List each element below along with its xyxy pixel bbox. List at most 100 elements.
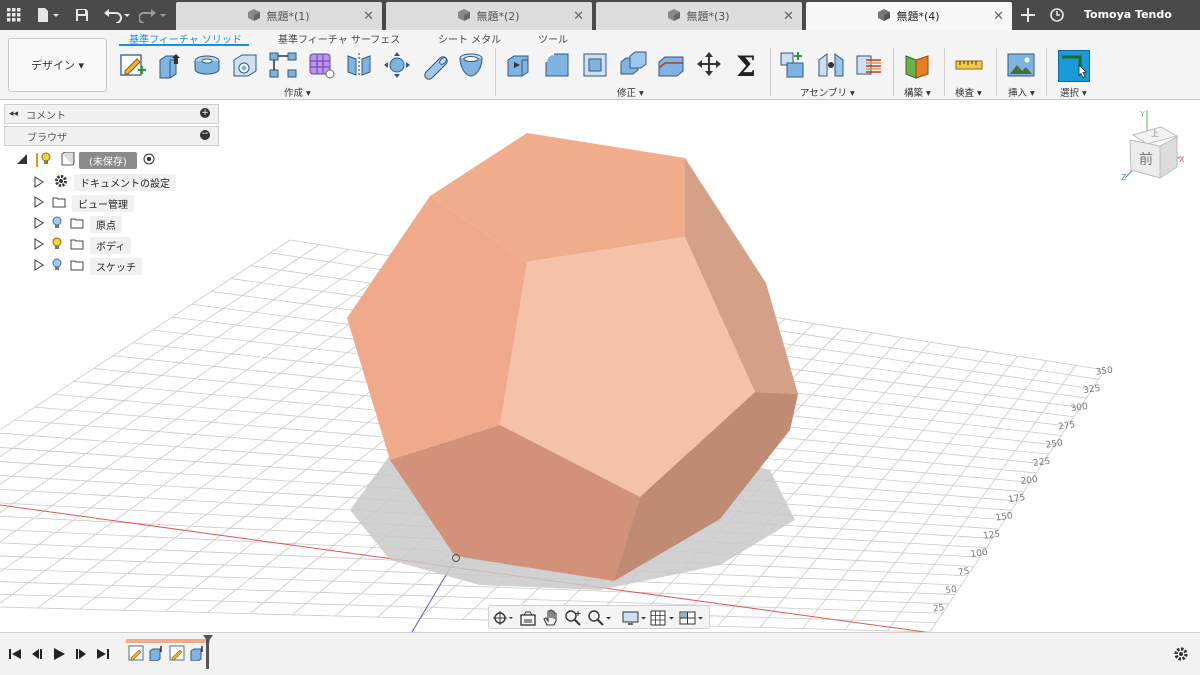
group-separator [770,48,771,96]
document-tab-1[interactable]: 無題*(1) ✕ [176,2,382,30]
grid-scale-label: 100 [970,548,989,560]
z-axis-label: Z [1121,173,1127,182]
grid-scale-label: 50 [945,585,958,597]
orbit-icon[interactable] [492,609,514,627]
cube-icon [458,8,471,24]
measure-ruler-icon[interactable] [954,50,984,80]
timeline-feature-sketch-icon[interactable] [169,645,185,664]
step-forward-icon[interactable] [73,646,89,662]
save-icon[interactable] [72,0,92,30]
insert-canvas-image-icon[interactable] [1006,50,1036,80]
hole-tool-icon[interactable] [230,50,260,80]
svg-text:Σ: Σ [736,50,756,80]
viewcube-front-label: 前 [1139,151,1153,168]
app-grid-icon[interactable] [4,0,24,30]
combine-tool-icon[interactable] [618,50,648,80]
file-menu-icon[interactable] [34,0,62,30]
form-tool-icon[interactable] [306,50,336,80]
cube-icon [668,8,681,24]
viewcube-right-face[interactable] [1159,136,1178,179]
tab-surface[interactable]: 基準フィーチャ サーフェス [278,31,400,46]
grid-scale-label: 150 [995,511,1014,523]
extrude-tool-icon[interactable] [154,50,184,80]
grid-scale-label: 175 [1008,493,1026,505]
create-sketch-tool-icon[interactable] [118,50,148,80]
3d-viewport[interactable]: 350325300275250225200175150125100755025 … [0,100,1200,632]
step-back-icon[interactable] [29,646,45,662]
go-to-end-icon[interactable] [95,646,111,662]
document-tab-2[interactable]: 無題*(2) ✕ [386,2,592,30]
viewcube[interactable]: 前 上 Y X Z [1121,110,1185,182]
press-pull-tool-icon[interactable] [504,50,534,80]
revolve-tool-icon[interactable] [192,50,222,80]
timeline-marker-head[interactable] [203,635,213,642]
group-construct[interactable]: 構築 ▾ [904,85,931,99]
group-separator [1046,48,1047,96]
group-insert[interactable]: 挿入 ▾ [1008,85,1035,99]
move-copy-tool-icon[interactable] [382,50,412,80]
viewcube-top-label: 上 [1151,129,1159,138]
tab-sheet-metal[interactable]: シート メタル [438,31,501,46]
pattern-tool-icon[interactable] [268,50,298,80]
viewports-icon[interactable] [679,609,705,627]
group-modify[interactable]: 修正 ▾ [617,85,644,99]
shell-tool-icon[interactable] [456,50,486,80]
redo-icon[interactable] [138,0,168,30]
group-separator [996,48,997,96]
close-tab-icon[interactable]: ✕ [363,9,374,24]
mirror-tool-icon[interactable] [344,50,374,80]
grid-scale-label: 75 [957,567,970,578]
user-account-name[interactable]: Tomoya Tendo [1084,0,1172,30]
parameters-sigma-icon[interactable]: Σ [732,50,762,83]
grid-scale-label: 250 [1045,438,1064,450]
navigation-bar [488,605,710,629]
display-settings-icon[interactable] [622,609,648,627]
grid-scale-label: 225 [1033,457,1051,469]
look-at-icon[interactable] [519,609,537,627]
document-tab-3[interactable]: 無題*(3) ✕ [596,2,802,30]
pan-hand-icon[interactable] [542,609,560,627]
play-icon[interactable] [51,646,67,662]
pipe-tool-icon[interactable] [420,50,450,80]
workspace-switcher[interactable]: デザイン ▾ [8,38,107,92]
grid-scale-labels: 350 325 300 275 250 225 200 175 150 125 10075 5025 [932,366,1113,615]
document-tab-4[interactable]: 無題*(4) ✕ [806,2,1012,30]
zoom-icon[interactable] [564,609,582,627]
move-arrows-tool-icon[interactable] [694,50,724,80]
construct-plane-tool-icon[interactable] [902,50,932,80]
y-axis-label: Y [1139,110,1145,119]
close-tab-icon[interactable]: ✕ [573,9,584,24]
fillet-tool-icon[interactable] [542,50,572,80]
replace-face-tool-icon[interactable] [656,50,686,80]
group-inspect[interactable]: 検査 ▾ [955,85,982,99]
joint-tool-icon[interactable] [816,50,846,80]
title-tab-bar: 無題*(1) ✕ 無題*(2) ✕ 無題*(3) ✕ 無題*(4) ✕ Tomo… [0,0,1200,30]
close-tab-icon[interactable]: ✕ [993,9,1004,24]
new-tab-plus-icon[interactable] [1017,0,1039,30]
close-tab-icon[interactable]: ✕ [783,9,794,24]
as-built-joint-tool-icon[interactable] [854,50,884,80]
select-tool-icon[interactable] [1058,50,1090,82]
group-select[interactable]: 選択 ▾ [1060,85,1087,99]
ribbon-toolbar: デザイン ▾ 基準フィーチャ ソリッド 基準フィーチャ サーフェス シート メタ… [0,30,1200,100]
undo-icon[interactable] [102,0,132,30]
fit-zoom-icon[interactable] [587,609,613,627]
new-component-tool-icon[interactable] [778,50,808,80]
go-to-start-icon[interactable] [7,646,23,662]
grid-scale-label: 275 [1058,420,1076,432]
grid-line [0,248,349,485]
tab-tools[interactable]: ツール [538,31,568,46]
timeline-feature-sketch-icon[interactable] [128,645,144,664]
timeline-feature-extrude-icon[interactable] [189,645,205,664]
timeline-settings-gear-icon[interactable] [1173,646,1189,662]
active-tab-underline [119,44,249,46]
group-create[interactable]: 作成 ▾ [284,85,311,99]
group-assemble[interactable]: アセンブリ ▾ [800,85,855,99]
job-status-clock-icon[interactable] [1048,0,1066,30]
grid-scale-label: 25 [932,603,945,614]
grid-snap-icon[interactable] [650,609,676,627]
timeline-feature-extrude-icon[interactable] [148,645,164,664]
chamfer-tool-icon[interactable] [580,50,610,80]
group-separator [495,48,496,96]
grid-line [0,593,937,624]
